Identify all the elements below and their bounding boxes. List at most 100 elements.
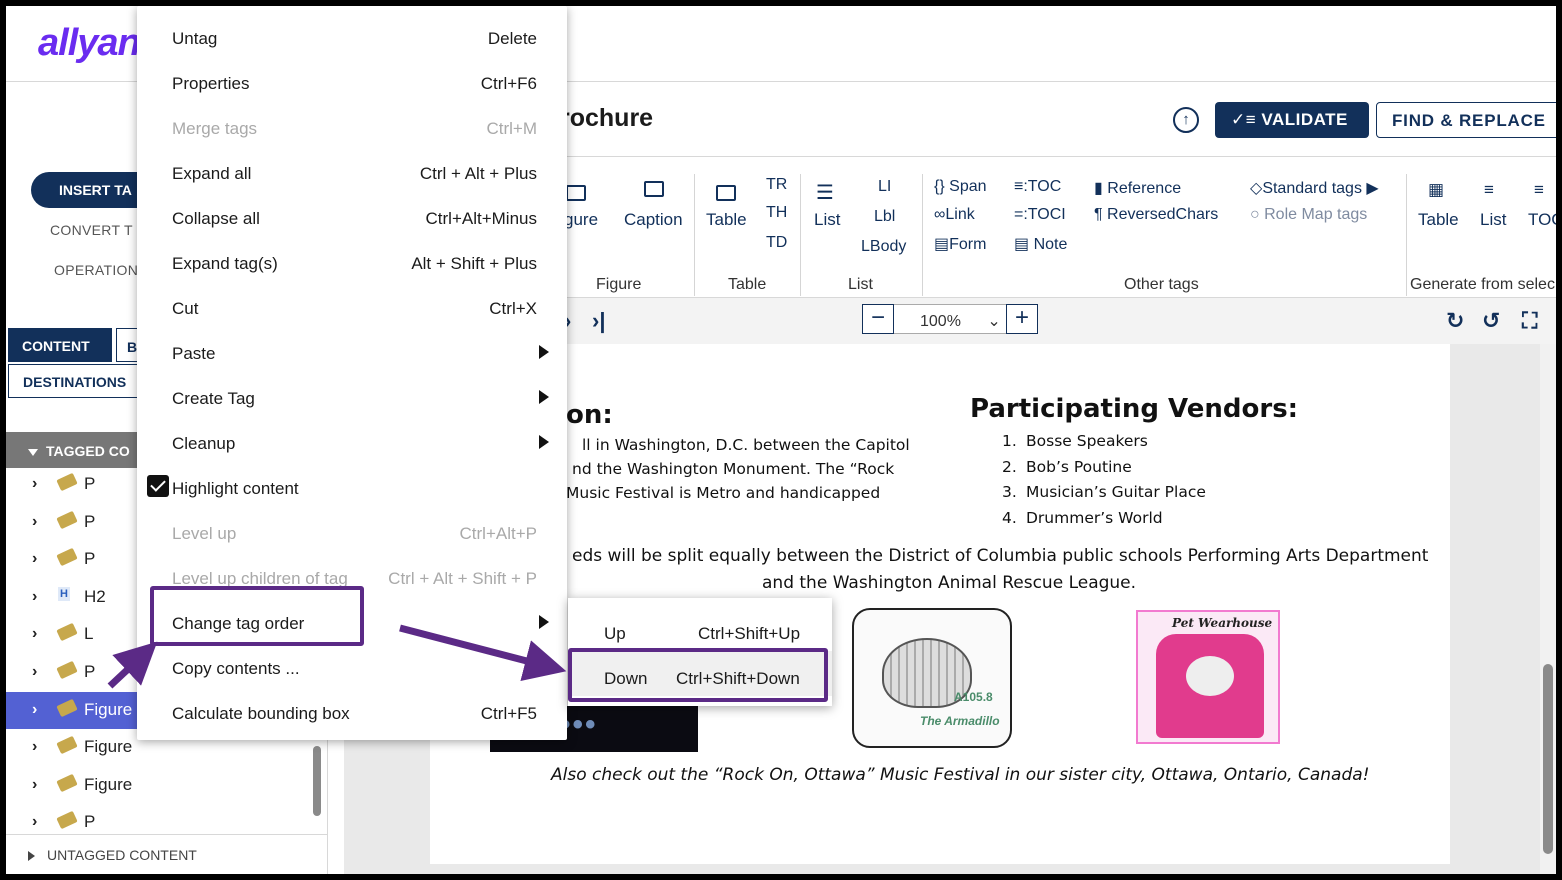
upload-icon[interactable]: ↑ — [1173, 107, 1199, 133]
chevron-right-icon[interactable]: › — [32, 588, 37, 606]
figure-icon — [566, 182, 586, 202]
ribbon-table[interactable]: Table — [706, 210, 747, 230]
chevron-right-icon[interactable]: › — [32, 701, 37, 719]
page-heading: on: — [566, 400, 613, 430]
submenu-item-label: Up — [604, 624, 626, 643]
menu-item-properties[interactable]: Properties Ctrl+F6 — [137, 57, 567, 102]
tree-scrollbar[interactable] — [313, 746, 321, 816]
chevron-right-icon[interactable]: › — [32, 776, 37, 794]
vendor-number: 1. — [1002, 432, 1017, 450]
ribbon-figure[interactable]: gure — [564, 210, 598, 230]
span-label: Span — [949, 178, 987, 195]
ribbon-list[interactable]: List — [814, 210, 840, 230]
tree-row-label: P — [84, 661, 96, 681]
reference-icon: ▮ — [1094, 180, 1103, 197]
menu-item-copy-contents[interactable]: Copy contents ... — [137, 642, 567, 687]
ribbon-standard-tags[interactable]: ◇Standard tags ▶ — [1250, 178, 1379, 198]
fullscreen-icon[interactable]: ⛶ — [1522, 308, 1537, 334]
tab-destinations[interactable]: DESTINATIONS — [8, 364, 158, 398]
find-replace-button[interactable]: FIND & REPLACE — [1376, 102, 1556, 138]
checkbox-checked-icon[interactable] — [147, 475, 169, 497]
tree-row-label: Figure — [84, 737, 133, 757]
proceeds-line: and the Washington Animal Rescue League. — [762, 573, 1137, 593]
menu-item-shortcut: Ctrl+F6 — [480, 74, 537, 93]
menu-item-label: Expand all — [172, 164, 252, 183]
zoom-out-button[interactable]: − — [862, 304, 894, 334]
vendors-heading: Participating Vendors: — [970, 394, 1299, 424]
ribbon-caption[interactable]: Caption — [624, 210, 683, 230]
chevron-right-icon[interactable]: › — [32, 475, 37, 493]
menu-item-label: Collapse all — [172, 209, 260, 228]
menu-item-shortcut: Ctrl+Alt+P — [459, 524, 537, 543]
ribbon-role-map-tags[interactable]: ○ Role Map tags — [1250, 206, 1367, 224]
menu-item-label: Copy contents ... — [172, 659, 300, 678]
zoom-select[interactable]: 100% ⌄ — [894, 304, 1006, 334]
tag-icon — [56, 660, 78, 680]
ribbon-toci[interactable]: =:TOCI — [1014, 206, 1066, 224]
tag-icon — [56, 811, 78, 830]
menu-item-calculate-bounding-box[interactable]: Calculate bounding box Ctrl+F5 — [137, 687, 567, 732]
gen-list-icon: ≡ — [1484, 180, 1494, 199]
convert-tag-tab[interactable]: CONVERT T — [50, 222, 133, 238]
chevron-right-icon[interactable]: › — [32, 550, 37, 568]
menu-item-create-tag[interactable]: Create Tag — [137, 372, 567, 417]
chevron-right-icon[interactable]: › — [32, 738, 37, 756]
expand-triangle-icon — [28, 851, 35, 862]
dog-in-hoodie-drawing — [1156, 634, 1264, 738]
untagged-content-label: UNTAGGED CONTENT — [47, 847, 197, 863]
rotate-clockwise-icon[interactable]: ↻ — [1446, 308, 1464, 334]
menu-item-level-up[interactable]: Level up Ctrl+Alt+P — [137, 507, 567, 552]
submenu-item-up[interactable]: Up Ctrl+Shift+Up — [568, 606, 832, 651]
zoom-in-button[interactable]: + — [1006, 304, 1038, 334]
pet-wearhouse-image: Pet Wearhouse — [1136, 610, 1280, 744]
validate-button[interactable]: ✓≡ VALIDATE — [1215, 102, 1369, 138]
ribbon-toc[interactable]: ≡:TOC — [1014, 178, 1061, 196]
gen-toc-button[interactable]: TOC — [1528, 210, 1556, 230]
operations-tab[interactable]: OPERATION — [54, 262, 138, 278]
menu-item-shortcut: Ctrl+X — [489, 299, 537, 318]
highlight-change-tag-order — [150, 586, 364, 646]
ribbon-lbl[interactable]: Lbl — [874, 208, 895, 226]
menu-item-untag[interactable]: Untag Delete — [137, 12, 567, 57]
group-figure: Figure — [596, 276, 642, 293]
validate-label: VALIDATE — [1261, 110, 1348, 129]
gen-list-button[interactable]: List — [1480, 210, 1506, 230]
menu-item-highlight-content[interactable]: Highlight content — [137, 462, 567, 507]
last-page-icon[interactable]: ›| — [592, 308, 605, 334]
ribbon-span[interactable]: {} Span — [934, 178, 987, 196]
ribbon-td[interactable]: TD — [766, 234, 787, 252]
chevron-right-icon[interactable]: › — [32, 813, 37, 831]
ribbon-li[interactable]: LI — [878, 178, 891, 196]
ribbon-reference[interactable]: ▮ Reference — [1094, 178, 1181, 198]
chevron-right-icon[interactable]: › — [32, 513, 37, 531]
ribbon-note[interactable]: ▤ Note — [1014, 234, 1067, 254]
tree-row-label: Figure — [84, 699, 133, 719]
rotate-counterclockwise-icon[interactable]: ↺ — [1482, 308, 1500, 334]
chevron-right-icon[interactable]: › — [32, 663, 37, 681]
ribbon-th[interactable]: TH — [766, 204, 787, 222]
page-paragraph-line: nd the Washington Monument. The “Rock — [572, 460, 895, 478]
ribbon-reversedchars[interactable]: ¶ ReversedChars — [1094, 206, 1218, 224]
ribbon-tr[interactable]: TR — [766, 176, 787, 194]
zoom-value: 100% — [920, 313, 961, 330]
tree-row[interactable]: › Figure — [6, 767, 316, 805]
table-icon — [716, 182, 736, 202]
menu-item-expand-tag-s[interactable]: Expand tag(s) Alt + Shift + Plus — [137, 237, 567, 282]
menu-item-collapse-all[interactable]: Collapse all Ctrl+Alt+Minus — [137, 192, 567, 237]
ribbon-link[interactable]: ∞Link — [934, 206, 975, 224]
group-other-tags: Other tags — [1124, 276, 1199, 293]
group-list: List — [848, 276, 873, 293]
untagged-content-header[interactable]: UNTAGGED CONTENT — [6, 834, 328, 874]
chevron-right-icon[interactable]: › — [32, 625, 37, 643]
menu-item-paste[interactable]: Paste — [137, 327, 567, 372]
menu-item-cut[interactable]: Cut Ctrl+X — [137, 282, 567, 327]
menu-item-merge-tags[interactable]: Merge tags Ctrl+M — [137, 102, 567, 147]
ribbon-lbody[interactable]: LBody — [861, 238, 906, 256]
menu-item-cleanup[interactable]: Cleanup — [137, 417, 567, 462]
gen-table-button[interactable]: Table — [1418, 210, 1459, 230]
menu-item-expand-all[interactable]: Expand all Ctrl + Alt + Plus — [137, 147, 567, 192]
viewer-scrollbar[interactable] — [1540, 344, 1556, 874]
viewer-scrollbar-thumb[interactable] — [1543, 664, 1553, 854]
tab-content[interactable]: CONTENT — [8, 328, 112, 362]
ribbon-form[interactable]: ▤Form — [934, 234, 986, 254]
